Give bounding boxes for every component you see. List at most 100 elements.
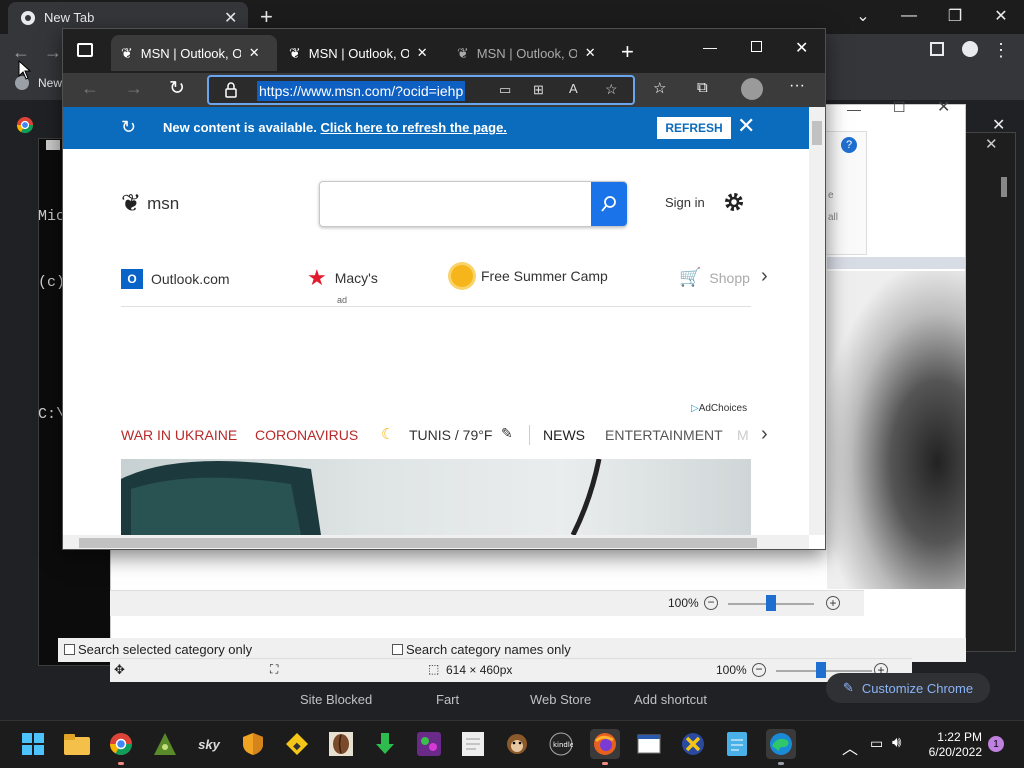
- monkey-app-icon[interactable]: [502, 729, 532, 759]
- edge-tab-2[interactable]: ❦ MSN | Outlook, Office ✕: [279, 35, 445, 71]
- horizontal-scrollbar[interactable]: [63, 535, 809, 549]
- quicklink-summer-camp[interactable]: Free Summer Camp: [451, 265, 608, 287]
- settings-more-icon[interactable]: ···: [789, 77, 805, 95]
- search-input[interactable]: [319, 181, 627, 227]
- edit-location-icon[interactable]: ✎: [501, 425, 513, 442]
- file-explorer-icon[interactable]: [62, 729, 92, 759]
- edge-tab-3[interactable]: ❦ MSN | Outlook, Office ✕: [447, 35, 613, 71]
- maximize-icon[interactable]: [751, 41, 762, 52]
- help-icon[interactable]: ?: [841, 137, 857, 153]
- hero-image[interactable]: [121, 459, 751, 535]
- x-app-icon[interactable]: [678, 729, 708, 759]
- shortcut-web-store[interactable]: Web Store: [530, 692, 591, 707]
- chevron-right-icon[interactable]: ›: [761, 265, 768, 288]
- close-tab-icon[interactable]: ✕: [417, 45, 428, 61]
- kindle-icon[interactable]: kindle: [546, 729, 576, 759]
- quicklink-shopping[interactable]: 🛒 Shopp: [679, 267, 750, 288]
- cheat-engine-icon[interactable]: [150, 729, 180, 759]
- sign-in-link[interactable]: Sign in: [665, 195, 705, 210]
- coffee-bean-icon[interactable]: [326, 729, 356, 759]
- firefox-icon[interactable]: [590, 729, 620, 765]
- restore-icon[interactable]: ❐: [932, 4, 978, 28]
- minimize-icon[interactable]: —: [703, 39, 717, 55]
- edge-tab-1[interactable]: ❦ MSN | Outlook, Office ✕: [111, 35, 277, 71]
- scrollbar-thumb[interactable]: [1001, 177, 1007, 197]
- network-icon[interactable]: ▭: [870, 735, 883, 752]
- nav-news[interactable]: NEWS: [543, 427, 585, 443]
- close-window-icon[interactable]: ✕: [985, 135, 998, 153]
- security-app-icon[interactable]: ◆: [282, 729, 312, 759]
- url-text[interactable]: https://www.msn.com/?ocid=iehp: [257, 81, 466, 101]
- minimize-icon[interactable]: —: [886, 4, 932, 28]
- zoom-out-icon[interactable]: −: [704, 596, 718, 610]
- quicklink-outlook[interactable]: O Outlook.com: [121, 269, 230, 289]
- chrome-menu-icon[interactable]: ⋮: [992, 40, 1010, 61]
- notification-badge[interactable]: 1: [988, 736, 1004, 752]
- close-window-icon[interactable]: ✕: [795, 38, 808, 58]
- msn-logo[interactable]: ❦ msn: [121, 189, 179, 218]
- tab-actions-icon[interactable]: [77, 43, 93, 57]
- window-app-icon[interactable]: [634, 729, 664, 759]
- address-bar[interactable]: https://www.msn.com/?ocid=iehp ▭ ⊞ A ☆: [207, 75, 635, 105]
- profile-icon[interactable]: [962, 41, 978, 57]
- favorites-icon[interactable]: ☆: [653, 79, 666, 97]
- chevron-right-icon[interactable]: ›: [761, 423, 768, 446]
- read-aloud-icon[interactable]: A: [569, 81, 578, 96]
- nav-more[interactable]: M: [737, 427, 749, 443]
- bookmark-new[interactable]: New: [38, 76, 62, 90]
- zoom-slider-thumb[interactable]: [766, 595, 776, 611]
- quicklink-macys[interactable]: ★ Macy's ad: [307, 265, 378, 305]
- tab-search-icon[interactable]: ⌄: [840, 4, 886, 28]
- customize-chrome-button[interactable]: ✎ Customize Chrome: [826, 673, 990, 703]
- refresh-button[interactable]: REFRESH: [657, 117, 731, 139]
- close-window-icon[interactable]: ✕: [937, 97, 950, 117]
- shortcut-site-blocked[interactable]: Site Blocked: [300, 692, 372, 707]
- download-icon[interactable]: [370, 729, 400, 759]
- game-app-icon[interactable]: [414, 729, 444, 759]
- refresh-icon[interactable]: ↻: [169, 77, 185, 100]
- search-names-checkbox[interactable]: Search category names only: [392, 642, 571, 657]
- chevron-up-icon[interactable]: ︿: [842, 735, 858, 759]
- close-tab-icon[interactable]: ✕: [585, 45, 596, 61]
- collections-icon[interactable]: ⧉: [697, 79, 708, 96]
- zoom-slider-thumb[interactable]: [816, 662, 826, 678]
- close-notice-icon[interactable]: ✕: [737, 113, 755, 139]
- close-tab-icon[interactable]: ✕: [249, 45, 260, 61]
- zoom-out-icon[interactable]: −: [752, 663, 766, 677]
- minimize-icon[interactable]: —: [847, 101, 861, 117]
- apps-grid-icon[interactable]: ⊞: [533, 82, 544, 98]
- search-button[interactable]: [591, 182, 627, 226]
- nav-coronavirus[interactable]: CORONAVIRUS: [255, 427, 358, 443]
- shortcut-add[interactable]: Add shortcut: [634, 692, 707, 707]
- shortcut-fart[interactable]: Fart: [436, 692, 459, 707]
- adchoices[interactable]: ▷AdChoices: [691, 403, 747, 414]
- nav-war-ukraine[interactable]: WAR IN UKRAINE: [121, 427, 237, 443]
- shield-icon[interactable]: [238, 729, 268, 759]
- google-chrome-app-icon[interactable]: [16, 116, 34, 134]
- new-tab-icon[interactable]: +: [260, 4, 273, 30]
- sky-app-icon[interactable]: sky: [194, 729, 224, 759]
- nav-weather[interactable]: TUNIS / 79°F: [409, 427, 492, 443]
- document-app-icon[interactable]: [458, 729, 488, 759]
- back-icon[interactable]: ←: [81, 78, 99, 99]
- volume-icon[interactable]: 🔊︎: [892, 734, 901, 751]
- notepad-icon[interactable]: [722, 729, 752, 759]
- add-favorite-icon[interactable]: ☆: [605, 81, 618, 98]
- profile-icon[interactable]: [741, 78, 763, 100]
- close-tab-icon[interactable]: ✕: [224, 8, 237, 28]
- forward-icon[interactable]: →: [125, 78, 143, 99]
- gear-icon[interactable]: [723, 191, 745, 213]
- clock[interactable]: 1:22 PM 6/20/2022: [910, 730, 982, 760]
- refresh-link[interactable]: Click here to refresh the page.: [321, 120, 507, 135]
- close-window-icon[interactable]: ✕: [978, 4, 1024, 28]
- chrome-taskbar-icon[interactable]: [106, 729, 136, 765]
- new-tab-icon[interactable]: +: [621, 39, 634, 65]
- restore-icon[interactable]: ☐: [893, 99, 906, 116]
- edge-icon[interactable]: [766, 729, 796, 765]
- forward-icon[interactable]: →: [44, 42, 62, 63]
- scrollbar-thumb[interactable]: [79, 538, 757, 548]
- zoom-in-icon[interactable]: +: [826, 596, 840, 610]
- side-panel-icon[interactable]: [930, 42, 944, 56]
- app-available-icon[interactable]: ▭: [499, 82, 511, 98]
- scrollbar-thumb[interactable]: [812, 121, 822, 145]
